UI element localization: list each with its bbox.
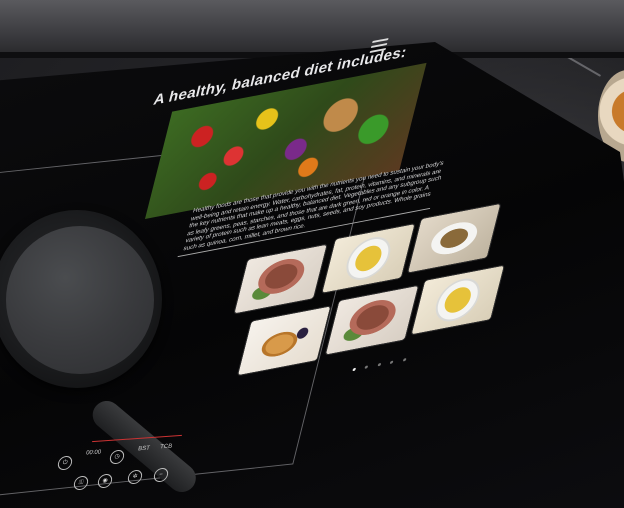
pagination-dot[interactable] — [402, 358, 407, 362]
timer-icon[interactable]: ◷ — [108, 449, 126, 465]
timer-readout: 00:00 — [85, 449, 102, 457]
pagination-dot[interactable] — [352, 367, 357, 372]
pagination-dot[interactable] — [377, 362, 382, 367]
tcb-label: TCB — [159, 443, 173, 451]
pagination-dot[interactable] — [390, 360, 394, 365]
fan-icon[interactable]: ✲ — [126, 469, 144, 485]
boost-label: BST — [137, 445, 151, 453]
gallery-grilled-steak-tile[interactable] — [234, 244, 327, 314]
gallery-rice-dish-tile[interactable] — [322, 224, 415, 293]
boost-icon[interactable]: ◉ — [96, 473, 114, 489]
power-slider[interactable] — [92, 434, 182, 443]
gallery-grilled-steak-tile[interactable] — [325, 285, 419, 355]
gallery-pancakes-tile[interactable] — [237, 306, 331, 376]
gallery-pagination — [352, 347, 416, 372]
touch-control-panel: ⏻ 00:00 ◷ BST TCB ⚿ ◉ ✲ − — [52, 428, 232, 498]
lock-icon[interactable]: ⚿ — [72, 475, 90, 491]
minus-icon[interactable]: − — [152, 467, 170, 483]
power-icon[interactable]: ⏻ — [56, 455, 74, 471]
kitchen-scene: A healthy, balanced diet includes: Healt… — [0, 0, 624, 508]
pagination-dot[interactable] — [364, 365, 369, 369]
gallery-pasta-dish-tile[interactable] — [408, 203, 501, 273]
frying-pan-surface — [6, 226, 154, 374]
